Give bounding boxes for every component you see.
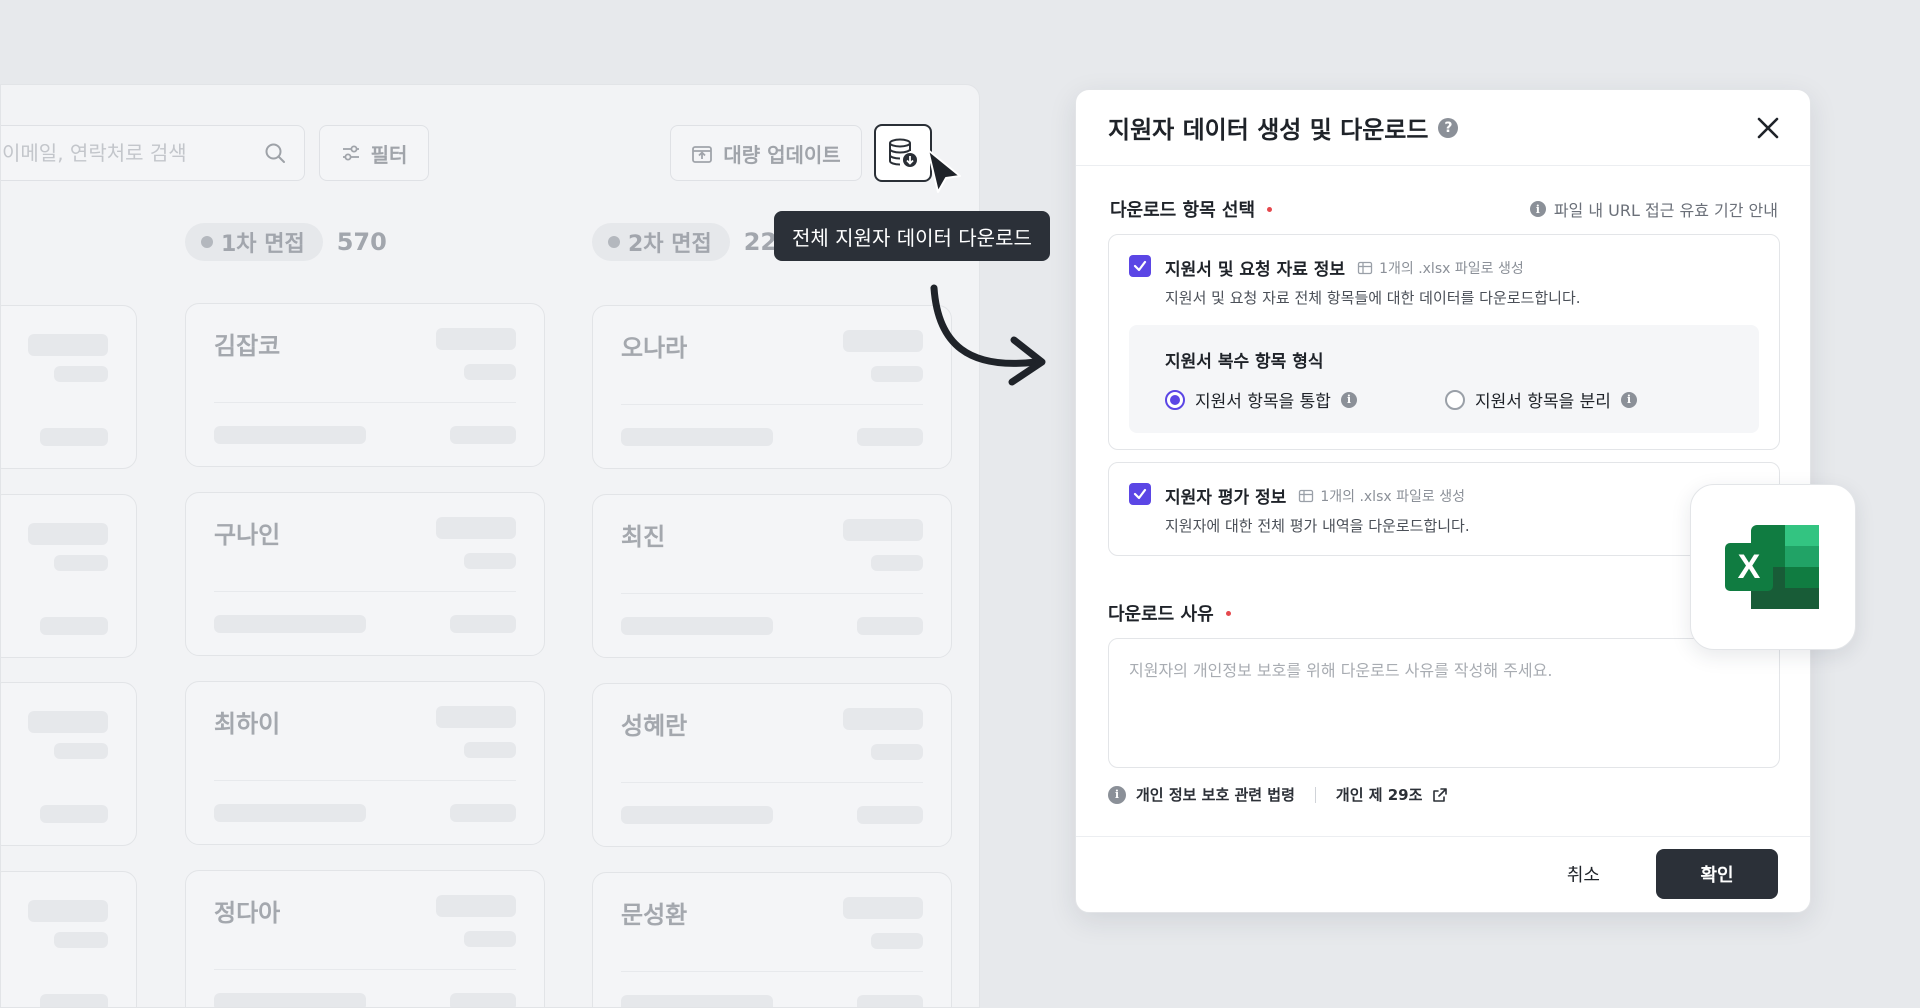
- info-icon: i: [1529, 201, 1546, 217]
- applicant-name: 정다아: [214, 899, 281, 927]
- applicant-card[interactable]: 김잡코: [185, 303, 545, 467]
- applicant-name: 구나인: [214, 521, 281, 549]
- file-note-text: 1개의 .xlsx 파일로 생성: [1379, 260, 1524, 277]
- law-label: 개인 정보 보호 관련 법령: [1136, 786, 1295, 804]
- filter-label: 필터: [370, 142, 408, 167]
- option-application-title: 지원서 및 요청 자료 정보 1개의 .xlsx 파일로 생성: [1165, 255, 1524, 280]
- applicant-name: 문성환: [621, 901, 688, 929]
- excel-icon: X: [1725, 525, 1819, 609]
- modal-header: 지원자 데이터 생성 및 다운로드 ?: [1076, 90, 1810, 166]
- column-header-1: 1차 면접 570: [185, 223, 387, 261]
- check-icon: [1133, 488, 1147, 500]
- required-dot: [1267, 206, 1273, 212]
- law-row: i 개인 정보 보호 관련 법령 개인 제 29조: [1108, 784, 1448, 805]
- modal-title: 지원자 데이터 생성 및 다운로드: [1108, 116, 1429, 144]
- file-note: 1개의 .xlsx 파일로 생성: [1357, 258, 1524, 278]
- confirm-button[interactable]: 확인: [1656, 849, 1778, 899]
- option-evaluation-checkbox[interactable]: [1129, 483, 1151, 505]
- applicant-name: 김잡코: [214, 332, 281, 360]
- info-icon: i: [1108, 785, 1126, 804]
- file-note-text: 1개의 .xlsx 파일로 생성: [1320, 488, 1465, 505]
- sliders-icon: [342, 145, 359, 161]
- items-section-text: 다운로드 항목 선택: [1110, 200, 1256, 221]
- applicant-card[interactable]: 최진: [592, 494, 952, 658]
- applicant-card[interactable]: 정다아: [185, 870, 545, 1007]
- applicant-card[interactable]: 성혜란: [592, 683, 952, 847]
- radio-split-button[interactable]: [1445, 389, 1465, 410]
- option-evaluation-title-text: 지원자 평가 정보: [1165, 488, 1287, 508]
- stage-label: 2차 면접: [628, 232, 712, 257]
- option-evaluation-title: 지원자 평가 정보 1개의 .xlsx 파일로 생성: [1165, 483, 1465, 508]
- search-icon[interactable]: [264, 142, 286, 164]
- applicant-name: 최하이: [214, 710, 281, 738]
- reason-textarea[interactable]: [1108, 638, 1780, 768]
- card-partial: [1, 871, 137, 1007]
- radio-merge-label: 지원서 항목을 통합: [1195, 392, 1331, 412]
- url-note-text: 파일 내 URL 접근 유효 기간 안내: [1553, 201, 1778, 220]
- database-download-icon: [889, 138, 917, 167]
- applicant-name: 성혜란: [621, 712, 688, 740]
- applicant-name: 최진: [621, 523, 666, 551]
- excel-badge: X: [1690, 484, 1856, 650]
- card-partial: [1, 305, 137, 469]
- check-icon: [1133, 260, 1147, 272]
- stage-pill[interactable]: 1차 면접: [185, 223, 323, 261]
- option-evaluation-box: 지원자 평가 정보 1개의 .xlsx 파일로 생성 지원자에 대한 전체 평가 …: [1108, 462, 1780, 556]
- filter-button[interactable]: 필터: [319, 125, 429, 181]
- format-label: 지원서 복수 항목 형식: [1165, 352, 1324, 372]
- radio-split[interactable]: 지원서 항목을 분리 i: [1445, 387, 1637, 412]
- applicant-card[interactable]: 오나라: [592, 305, 952, 469]
- close-icon[interactable]: [1754, 114, 1782, 142]
- option-evaluation-desc: 지원자에 대한 전체 평가 내역을 다운로드합니다.: [1165, 517, 1470, 535]
- cancel-button[interactable]: 취소: [1549, 849, 1618, 899]
- info-icon[interactable]: i: [1620, 391, 1637, 408]
- option-application-box: 지원서 및 요청 자료 정보 1개의 .xlsx 파일로 생성 지원서 및 요청 …: [1108, 234, 1780, 450]
- mouse-cursor-icon: [927, 149, 961, 193]
- option-application-checkbox[interactable]: [1129, 255, 1151, 277]
- table-icon: [1299, 489, 1314, 502]
- option-application-title-text: 지원서 및 요청 자료 정보: [1165, 260, 1346, 280]
- divider: [1314, 786, 1316, 803]
- items-section-label: 다운로드 항목 선택: [1110, 196, 1273, 222]
- card-partial: [1, 682, 137, 846]
- option-application-desc: 지원서 및 요청 자료 전체 항목들에 대한 데이터를 다운로드합니다.: [1165, 289, 1581, 307]
- stage-count: 570: [336, 228, 387, 256]
- radio-split-label: 지원서 항목을 분리: [1475, 392, 1611, 412]
- stage-count: 22: [743, 228, 778, 256]
- flow-arrow-icon: [930, 284, 1046, 386]
- modal-footer: 취소 확인: [1076, 836, 1810, 912]
- table-icon: [1357, 261, 1373, 274]
- radio-merge-button[interactable]: [1165, 389, 1185, 410]
- radio-merge[interactable]: 지원서 항목을 통합 i: [1165, 387, 1357, 412]
- required-dot: [1225, 610, 1231, 616]
- external-link-icon[interactable]: [1432, 787, 1448, 803]
- upload-box-icon: [692, 146, 713, 163]
- format-box: 지원서 복수 항목 형식 지원서 항목을 통합 i 지원서 항목을 분리 i: [1129, 325, 1759, 433]
- download-tooltip: 전체 지원자 데이터 다운로드: [774, 211, 1050, 261]
- applicant-card[interactable]: 최하이: [185, 681, 545, 845]
- card-partial: [1, 494, 137, 658]
- applicant-name: 오나라: [621, 334, 688, 362]
- search-box[interactable]: [1, 125, 305, 181]
- applicant-card[interactable]: 구나인: [185, 492, 545, 656]
- bulk-update-label: 대량 업데이트: [723, 142, 841, 167]
- bulk-update-button[interactable]: 대량 업데이트: [670, 125, 862, 181]
- stage-label: 1차 면접: [221, 232, 305, 257]
- applicant-card[interactable]: 문성환: [592, 872, 952, 1007]
- stage-pill[interactable]: 2차 면접: [592, 223, 730, 261]
- file-note: 1개의 .xlsx 파일로 생성: [1298, 486, 1465, 506]
- help-icon[interactable]: ?: [1438, 117, 1459, 138]
- download-all-button[interactable]: [874, 124, 932, 182]
- reason-section-label: 다운로드 사유: [1108, 600, 1231, 626]
- excel-letter: X: [1738, 548, 1761, 586]
- reason-label-text: 다운로드 사유: [1108, 604, 1214, 625]
- law-link[interactable]: 개인 제 29조: [1336, 784, 1423, 805]
- url-validity-note[interactable]: i 파일 내 URL 접근 유효 기간 안내: [1529, 197, 1778, 221]
- column-header-2: 2차 면접 22: [592, 223, 777, 261]
- search-input[interactable]: [2, 141, 264, 165]
- stage: 필터 대량 업데이트 1차 면접 570 김잡코 구나인 최하이 정다아 2차 …: [0, 0, 1920, 1008]
- info-icon[interactable]: i: [1340, 391, 1357, 408]
